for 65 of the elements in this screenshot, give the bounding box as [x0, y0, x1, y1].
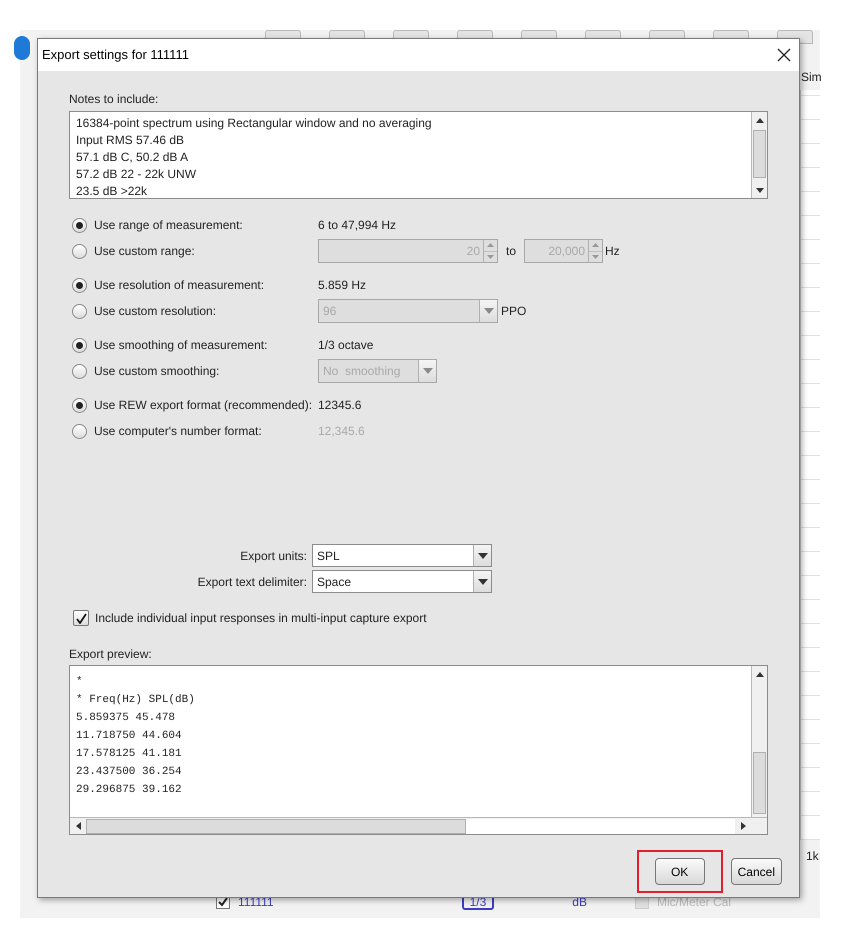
- option-label: Use resolution of measurement:: [94, 277, 264, 294]
- dropdown-caret-icon: [478, 552, 488, 558]
- vertical-scrollbar[interactable]: [751, 112, 767, 198]
- radio-button[interactable]: [72, 218, 87, 232]
- note-line: 57.1 dB C, 50.2 dB A: [76, 149, 190, 166]
- trace-name: 111111: [238, 894, 274, 911]
- up-arrow-icon: [756, 672, 764, 676]
- preview-label: Export preview:: [69, 646, 153, 663]
- unit-label: Hz: [605, 243, 620, 260]
- unit-label: dB: [572, 894, 587, 911]
- option-value: 5.859 Hz: [318, 277, 366, 294]
- radio-button[interactable]: [72, 338, 87, 352]
- radio-button[interactable]: [72, 364, 87, 378]
- option-label: Use custom resolution:: [94, 303, 216, 320]
- preview-line: 5.859375 45.478: [76, 711, 176, 726]
- left-arrow-icon: [76, 822, 80, 830]
- field-label: Export text delimiter:: [196, 574, 308, 590]
- option-label: Use REW export format (recommended):: [94, 397, 312, 414]
- vertical-scrollbar[interactable]: [751, 666, 767, 817]
- field-label: Export units:: [239, 548, 308, 564]
- unit-label: PPO: [501, 303, 526, 320]
- note-line: 23.5 dB >22k: [76, 183, 148, 200]
- radio-button[interactable]: [72, 278, 87, 292]
- notes-label: Notes to include:: [69, 91, 160, 108]
- down-arrow-icon: [756, 188, 764, 192]
- radio-button[interactable]: [72, 398, 87, 412]
- checkbox-label: Include individual input responses in multi-input capture export: [95, 610, 427, 627]
- dropdown-caret-icon: [484, 308, 494, 314]
- note-line: 16384-point spectrum using Rectangular window and no averaging: [76, 115, 433, 132]
- option-value: 12345.6: [318, 397, 362, 414]
- dialog-button[interactable]: Cancel: [730, 858, 782, 885]
- preview-line: 11.718750 44.604: [76, 729, 183, 744]
- dropdown[interactable]: SPL: [312, 544, 492, 567]
- radio-button[interactable]: [72, 244, 87, 258]
- dropdown[interactable]: Space: [312, 570, 492, 593]
- up-arrow-icon: [756, 118, 764, 122]
- option-label: Use smoothing of measurement:: [94, 337, 268, 354]
- preview-line: 23.437500 36.254: [76, 765, 183, 780]
- note-line: Input RMS 57.46 dB: [76, 132, 186, 149]
- dialog-button[interactable]: OK: [654, 858, 705, 885]
- note-line: 57.2 dB 22 - 22k UNW: [76, 166, 198, 183]
- window-title: Export settings for 111111: [42, 46, 189, 64]
- app-logo-icon: [14, 36, 30, 60]
- option-value: 6 to 47,994 Hz: [318, 217, 396, 234]
- option-label: Use computer's number format:: [94, 423, 262, 440]
- toolbar-label: Sim: [801, 69, 822, 86]
- radio-button[interactable]: [72, 304, 87, 318]
- preview-line: 17.578125 41.181: [76, 747, 183, 762]
- option-value: 12,345.6: [318, 423, 365, 440]
- horizontal-scrollbar[interactable]: [70, 817, 767, 834]
- notes-text-area[interactable]: 16384-point spectrum using Rectangular window and no averaging Input RMS 57.46 dB 57.1 dB C, 50.2 dB A 57.2 dB 22 - 22k UNW 23.5 dB >22k: [69, 111, 768, 199]
- checkbox[interactable]: [73, 610, 89, 626]
- close-icon[interactable]: [777, 48, 791, 62]
- dropdown-caret-icon: [478, 578, 488, 584]
- preview-line: *: [76, 675, 84, 690]
- option-label: Use custom smoothing:: [94, 363, 220, 380]
- dropdown-caret-icon: [422, 368, 432, 374]
- option-value: 1/3 octave: [318, 337, 374, 354]
- right-arrow-icon: [740, 822, 746, 830]
- to-label: to: [506, 243, 516, 260]
- axis-label: 1k: [806, 848, 819, 865]
- option-label: Use range of measurement:: [94, 217, 243, 234]
- preview-line: * Freq(Hz) SPL(dB): [76, 693, 196, 708]
- option-label: Use custom range:: [94, 243, 195, 260]
- preview-line: 29.296875 39.162: [76, 783, 183, 798]
